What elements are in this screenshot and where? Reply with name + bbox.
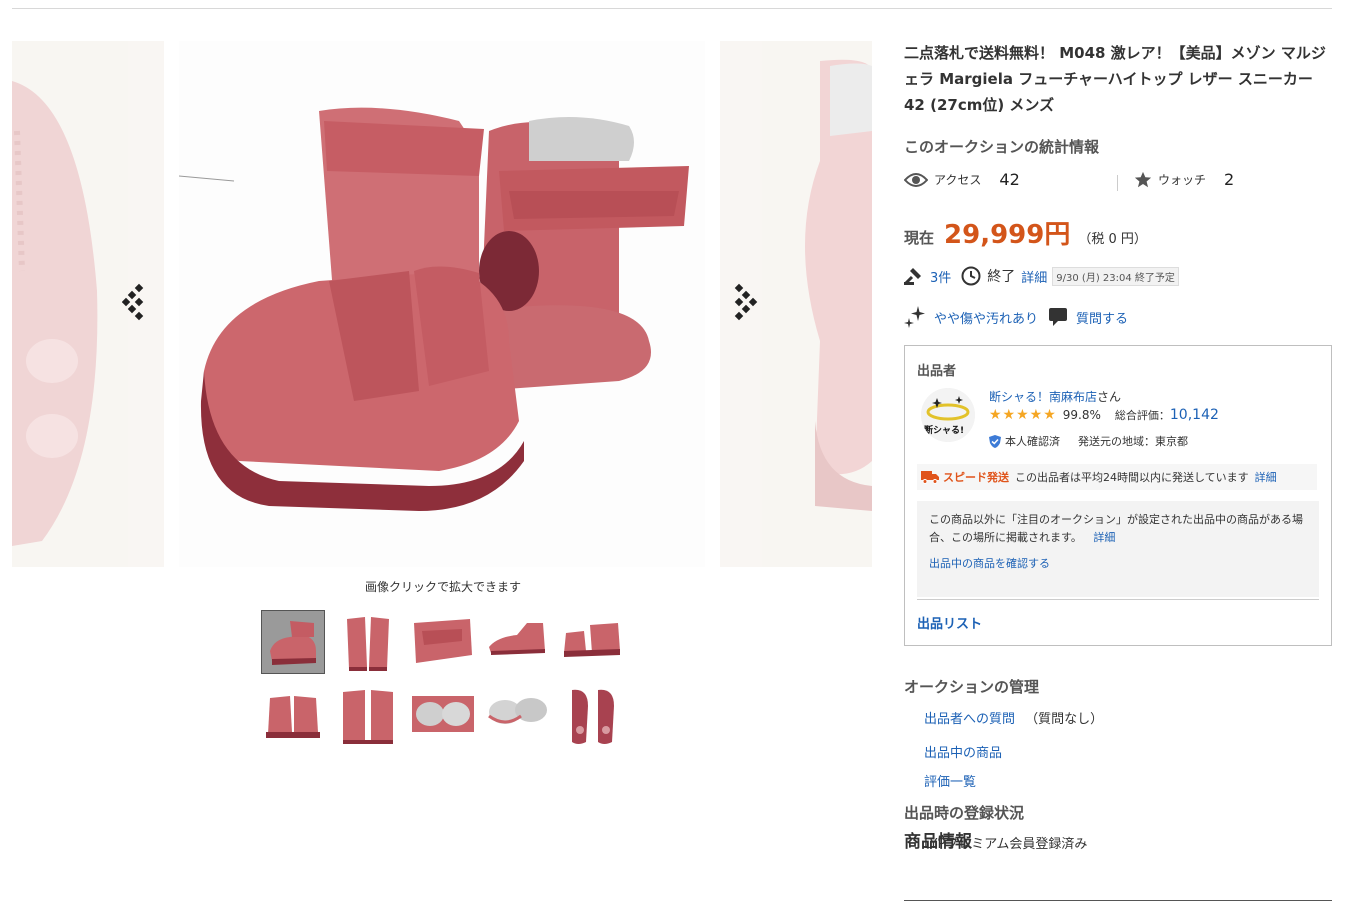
thumbnail-image xyxy=(270,621,316,665)
eye-icon xyxy=(904,172,928,187)
shield-check-icon xyxy=(989,434,1001,448)
seller-list-link[interactable]: 出品リスト xyxy=(917,613,982,632)
thumbnail-image xyxy=(489,623,545,655)
stats-heading: このオークションの統計情報 xyxy=(904,138,1100,156)
carousel-prev-arrow[interactable] xyxy=(121,283,152,323)
ratings-list-link[interactable]: 評価一覧 xyxy=(924,771,976,790)
thumbnail-7[interactable] xyxy=(337,686,399,748)
total-rating-link[interactable]: 10,142 xyxy=(1170,407,1219,423)
notice-text: この商品以外に「注目のオークション」が設定された出品中の商品がある場合、この場所… xyxy=(929,513,1303,544)
seller-name-link[interactable]: 断シャる！南麻布店 xyxy=(989,390,1097,404)
verified-label: 本人確認済 xyxy=(1005,435,1060,448)
chat-icon xyxy=(1049,308,1068,326)
rating-percent: 99.8% xyxy=(1062,408,1101,422)
image-caption: 画像クリックで拡大できます xyxy=(364,580,521,594)
seller-name-line: 断シャる！南麻布店さん xyxy=(989,388,1121,405)
seller-question-link[interactable]: 出品者への質問 xyxy=(924,712,1015,727)
chevron-right-icon xyxy=(734,283,758,321)
origin-label: 発送元の地域：東京都 xyxy=(1078,435,1188,448)
thumbnail-9[interactable] xyxy=(487,686,549,748)
thumbnail-image xyxy=(412,696,474,732)
condition-row: やや傷や汚れあり 質問する xyxy=(904,306,1128,328)
end-label: 終了 xyxy=(987,269,1016,285)
question-note: （質問なし） xyxy=(1025,712,1104,727)
thumbnail-image xyxy=(347,617,389,671)
speed-detail-link[interactable]: 詳細 xyxy=(1255,469,1277,485)
speed-shipping-label: スピード発送 xyxy=(943,471,1009,484)
seller-rating-row: ★★★★★ 99.8% 総合評価： 10,142 xyxy=(989,407,1219,423)
access-stat: アクセス 42 xyxy=(904,170,1020,189)
price-value: 29,999円 xyxy=(944,220,1071,250)
registration-heading: 出品時の登録状況 xyxy=(904,804,1025,822)
clock-icon xyxy=(961,266,981,286)
thumbnail-image xyxy=(266,696,320,738)
access-value: 42 xyxy=(999,170,1020,189)
stats-divider xyxy=(1117,175,1118,191)
seller-question-row: 出品者への質問 （質問なし） xyxy=(924,708,1103,727)
thumbnail-10[interactable] xyxy=(562,686,624,748)
condition-link[interactable]: やや傷や汚れあり xyxy=(934,308,1038,327)
gavel-icon xyxy=(904,268,921,285)
bid-count-link[interactable]: 3件 xyxy=(930,267,951,286)
top-divider xyxy=(12,8,1332,9)
end-time-badge: 9/30 (月) 23:04 終了予定 xyxy=(1052,266,1179,286)
thumbnail-1[interactable] xyxy=(261,610,325,674)
watch-stat: ウォッチ 2 xyxy=(1134,170,1234,189)
watch-label: ウォッチ xyxy=(1158,173,1207,187)
notice-detail-link[interactable]: 詳細 xyxy=(1093,531,1115,544)
carousel-next-arrow[interactable] xyxy=(732,283,762,323)
seller-items-link[interactable]: 出品中の商品 xyxy=(924,742,1002,761)
end-detail-link[interactable]: 詳細 xyxy=(1021,267,1047,286)
speed-shipping-row: スピード発送 この出品者は平均24時間以内に発送しています 詳細 xyxy=(917,464,1317,490)
access-label: アクセス xyxy=(934,173,982,187)
price-label: 現在 xyxy=(904,229,935,247)
stats-row: アクセス 42 ウォッチ 2 xyxy=(904,170,1332,196)
main-product-image[interactable] xyxy=(179,41,705,567)
chevron-left-icon xyxy=(121,283,144,321)
sparkle-icon xyxy=(904,306,925,328)
view-listings-link[interactable]: 出品中の商品を確認する xyxy=(929,555,1307,573)
price-row: 現在 29,999円 （税 0 円） xyxy=(904,214,1147,251)
featured-auction-notice: この商品以外に「注目のオークション」が設定された出品中の商品がある場合、この場所… xyxy=(917,501,1319,597)
seller-name-suffix: さん xyxy=(1097,390,1122,404)
thumbnail-image xyxy=(564,623,620,657)
speed-shipping-text: この出品者は平均24時間以内に発送しています xyxy=(1015,471,1249,484)
listing-title: 二点落札で送料無料！ M048 激レア！【美品】メゾン マルジェラ Margie… xyxy=(904,44,1326,114)
seller-divider xyxy=(917,599,1319,600)
watch-value: 2 xyxy=(1224,170,1235,189)
thumbnail-4[interactable] xyxy=(487,611,549,673)
listing-details: 二点落札で送料無料！ M048 激レア！【美品】メゾン マルジェラ Margie… xyxy=(904,40,1332,852)
thumbnail-5[interactable] xyxy=(562,611,624,673)
seller-heading: 出品者 xyxy=(917,364,957,379)
thumbnail-8[interactable] xyxy=(412,686,474,748)
thumbnail-image xyxy=(343,690,393,744)
sneaker-photo xyxy=(179,41,705,567)
thumbnail-image xyxy=(414,619,472,663)
management-heading: オークションの管理 xyxy=(904,678,1040,696)
thumbnail-3[interactable] xyxy=(412,611,474,673)
seller-avatar[interactable]: 断シャる! xyxy=(921,388,975,442)
price-tax: （税 0 円） xyxy=(1078,232,1147,247)
seller-box: 出品者 断シャる! 断シャる！南麻布店さん ★★★★★ 99.8% 総合評価： … xyxy=(904,345,1332,646)
rating-stars: ★★★★★ xyxy=(989,407,1057,423)
product-info-heading: 商品情報 xyxy=(904,832,972,852)
ask-question-link[interactable]: 質問する xyxy=(1076,308,1128,327)
thumbnail-image xyxy=(488,698,547,724)
thumbnail-6[interactable] xyxy=(262,686,324,748)
thumbnail-image xyxy=(572,689,614,744)
total-rating-label: 総合評価： xyxy=(1114,409,1170,422)
auction-meta-row: 3件 終了 詳細 9/30 (月) 23:04 終了予定 xyxy=(904,266,1179,286)
thumbnail-2[interactable] xyxy=(337,611,399,673)
seller-logo-text: 断シャる! xyxy=(924,426,965,436)
product-info-divider xyxy=(904,900,1332,901)
seller-verify-row: 本人確認済 発送元の地域：東京都 xyxy=(989,433,1188,449)
truck-icon xyxy=(921,471,939,484)
star-icon xyxy=(1134,171,1152,187)
image-carousel xyxy=(12,41,872,567)
